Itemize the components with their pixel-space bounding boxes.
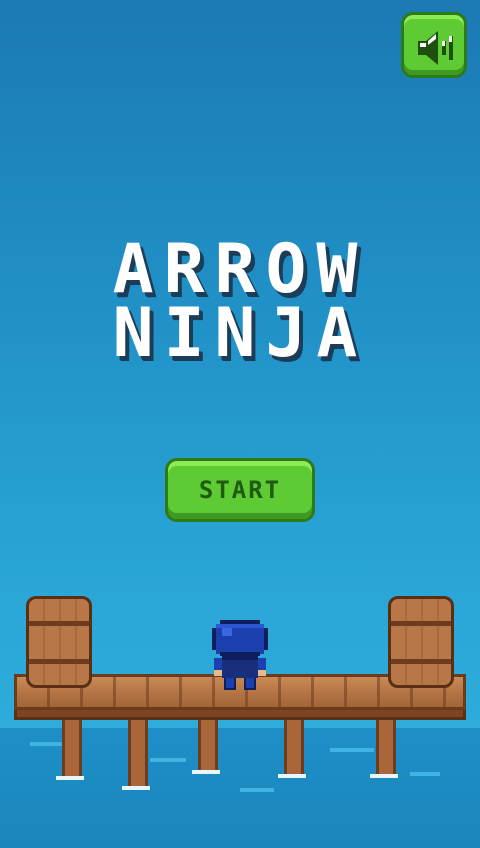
barrel-right: [388, 596, 454, 688]
ninja-character: [212, 618, 268, 694]
barrel-left: [26, 596, 92, 688]
pier-post: [198, 712, 218, 772]
pier-post: [376, 712, 396, 776]
pier-post: [128, 712, 148, 788]
start-button[interactable]: START: [165, 458, 315, 522]
game-scene: ARROW NINJA START: [0, 0, 480, 848]
sound-toggle-button[interactable]: [401, 12, 467, 78]
pier-post: [62, 712, 82, 778]
title-line-1: ARROW: [112, 230, 368, 309]
pier-post: [284, 712, 304, 776]
title-line-2: NINJA: [112, 294, 368, 373]
game-title: ARROW NINJA: [0, 230, 480, 373]
